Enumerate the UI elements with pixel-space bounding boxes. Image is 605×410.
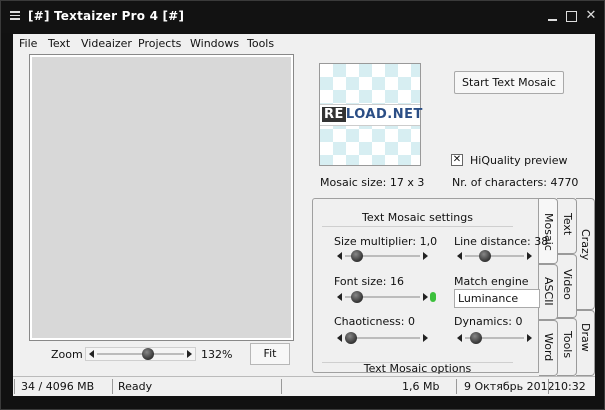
zoom-slider-thumb[interactable] (142, 348, 154, 360)
size-multiplier-decrease-icon[interactable] (337, 252, 342, 260)
zoom-slider[interactable] (85, 347, 196, 361)
tab-word-label: Word (542, 333, 555, 362)
menu-text[interactable]: Text (48, 37, 70, 50)
line-distance-slider[interactable] (454, 250, 535, 263)
dynamics-slider[interactable] (454, 332, 535, 345)
tab-video[interactable]: Video (557, 254, 577, 318)
menu-projects[interactable]: Projects (138, 37, 181, 50)
tab-text-label: Text (561, 213, 574, 236)
line-distance-increase-icon[interactable] (527, 252, 532, 260)
status-divider (281, 379, 282, 394)
match-engine-label: Match engine (454, 275, 529, 288)
match-engine-select[interactable]: Luminance (454, 289, 540, 308)
title-bar[interactable]: [#] Textaizer Pro 4 [#] ✕ (1, 1, 604, 33)
line-distance-label: Line distance: 38 (454, 235, 549, 248)
main-area: Zoom 132% Fit RE LOAD.NET Start Text Mosa… (13, 52, 595, 376)
zoom-percentage: 132% (201, 348, 233, 361)
status-divider (548, 379, 549, 394)
mosaic-thumbnail: RE LOAD.NET (319, 63, 423, 166)
tab-word[interactable]: Word (539, 320, 558, 376)
font-size-indicator-icon (430, 292, 436, 302)
text-mosaic-options-header[interactable]: Text Mosaic options (322, 362, 513, 374)
zoom-slider-groove (97, 353, 184, 355)
font-size-label: Font size: 16 (334, 275, 404, 288)
status-text: Ready (118, 380, 153, 393)
hiquality-label: HiQuality preview (470, 154, 568, 167)
font-size-increase-icon[interactable] (423, 293, 428, 301)
zoom-decrease-icon[interactable] (89, 350, 94, 358)
font-size-decrease-icon[interactable] (337, 293, 342, 301)
status-date: 9 Октябрь 2012 (464, 380, 555, 393)
tab-crazy[interactable]: Crazy (576, 198, 595, 310)
tab-draw-label: Draw (579, 323, 592, 352)
character-count-readout: Nr. of characters: 4770 (452, 176, 579, 189)
chaoticness-label: Chaoticness: 0 (334, 315, 415, 328)
status-divider (456, 379, 457, 394)
status-time: 10:32 (554, 380, 586, 393)
font-size-slider[interactable] (334, 291, 431, 304)
tab-mosaic[interactable]: Mosaic (539, 198, 558, 264)
chaoticness-decrease-icon[interactable] (337, 334, 342, 342)
zoom-increase-icon[interactable] (187, 350, 192, 358)
maximize-icon[interactable] (564, 9, 578, 23)
status-divider (112, 379, 113, 394)
dynamics-thumb[interactable] (469, 332, 482, 344)
reload-logo: RE LOAD.NET (320, 104, 423, 126)
tab-video-label: Video (561, 269, 574, 300)
hiquality-checkbox[interactable]: ✕ (451, 154, 463, 166)
menu-bar: File Text Videaizer Projects Windows Too… (13, 34, 595, 52)
dynamics-decrease-icon[interactable] (457, 334, 462, 342)
status-memory: 34 / 4096 MB (21, 380, 95, 393)
chaoticness-thumb[interactable] (345, 332, 357, 344)
chaoticness-slider[interactable] (334, 332, 431, 345)
tab-text[interactable]: Text (557, 198, 577, 254)
logo-prefix: RE (322, 107, 346, 122)
zoom-label: Zoom (51, 348, 83, 361)
status-bar: 34 / 4096 MB Ready 1,6 Mb 9 Октябрь 2012… (13, 376, 595, 396)
font-size-thumb[interactable] (351, 291, 364, 303)
line-distance-decrease-icon[interactable] (457, 252, 462, 260)
tab-tools[interactable]: Tools (557, 318, 577, 376)
menu-file[interactable]: File (19, 37, 37, 50)
size-multiplier-increase-icon[interactable] (423, 252, 428, 260)
line-distance-groove (465, 255, 524, 257)
menu-windows[interactable]: Windows (190, 37, 239, 50)
menu-videaizer[interactable]: Videaizer (81, 37, 132, 50)
close-icon[interactable]: ✕ (584, 9, 598, 23)
dynamics-label: Dynamics: 0 (454, 315, 523, 328)
text-mosaic-settings-panel: Text Mosaic settings Size multiplier: 1,… (312, 198, 548, 374)
tab-tools-label: Tools (561, 331, 574, 359)
window-title: [#] Textaizer Pro 4 [#] (28, 9, 185, 23)
tab-draw[interactable]: Draw (576, 310, 595, 376)
size-multiplier-label: Size multiplier: 1,0 (334, 235, 438, 248)
logo-suffix: LOAD.NET (345, 107, 423, 122)
window-menu-icon[interactable] (10, 11, 20, 20)
tab-ascii[interactable]: ASCII (539, 264, 558, 320)
preview-canvas[interactable] (30, 55, 293, 340)
dynamics-increase-icon[interactable] (527, 334, 532, 342)
settings-header: Text Mosaic settings (322, 209, 513, 227)
tab-ascii-label: ASCII (542, 277, 555, 306)
status-divider (14, 379, 15, 394)
line-distance-thumb[interactable] (479, 250, 492, 262)
tab-crazy-label: Crazy (579, 229, 592, 261)
start-text-mosaic-button[interactable]: Start Text Mosaic (454, 71, 564, 94)
chaoticness-increase-icon[interactable] (423, 334, 428, 342)
status-size: 1,6 Mb (402, 380, 440, 393)
app-window: [#] Textaizer Pro 4 [#] ✕ File Text Vide… (0, 0, 605, 410)
size-multiplier-thumb[interactable] (351, 250, 364, 262)
menu-tools[interactable]: Tools (247, 37, 274, 50)
minimize-icon[interactable] (546, 9, 560, 23)
fit-button[interactable]: Fit (250, 343, 290, 365)
mosaic-size-readout: Mosaic size: 17 x 3 (320, 176, 425, 189)
size-multiplier-slider[interactable] (334, 250, 431, 263)
